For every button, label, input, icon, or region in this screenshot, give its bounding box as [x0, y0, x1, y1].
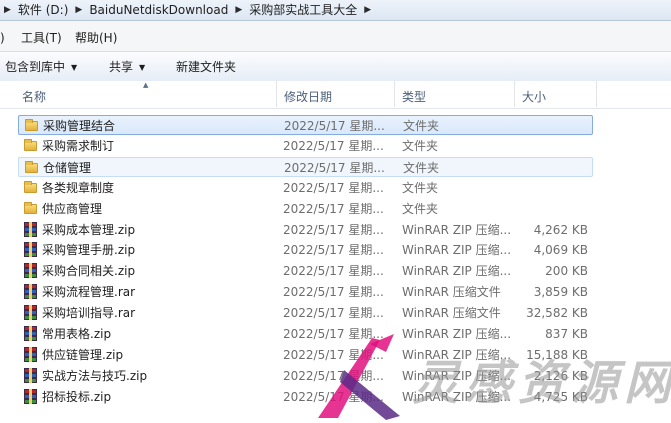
file-name: 采购需求制订 [42, 138, 115, 153]
include-in-library-label: 包含到库中 [5, 60, 66, 74]
caret-down-icon: ▼ [139, 63, 146, 72]
file-name: 仓储管理 [43, 160, 92, 175]
folder-icon [24, 201, 38, 216]
column-size[interactable]: 大小 [522, 88, 546, 105]
file-type: WinRAR 压缩文件 [402, 285, 501, 300]
file-date: 2022/5/17 星期... [283, 306, 384, 321]
winrar-icon [24, 263, 38, 279]
file-size: 200 KB [545, 264, 588, 279]
chevron-right-icon[interactable]: ▶ [0, 5, 15, 15]
file-name: 采购管理结合 [43, 119, 116, 133]
breadcrumb-folder[interactable]: BaiduNetdiskDownload [86, 2, 231, 18]
winrar-icon [24, 305, 38, 321]
file-size: 4,069 KB [533, 243, 588, 258]
file-name: 供应商管理 [42, 201, 103, 216]
file-row[interactable]: 采购成本管理.zip 2022/5/17 星期... WinRAR ZIP 压缩..… [18, 220, 593, 240]
file-date: 2022/5/17 星期... [283, 243, 384, 258]
file-name: 采购合同相关.zip [42, 264, 136, 279]
watermark: 灵感资源网 [300, 330, 671, 423]
file-name: 招标投标.zip [42, 389, 112, 404]
watermark-logo-icon [318, 334, 400, 420]
column-header: ▲ 名称 修改日期 类型 大小 [0, 81, 671, 109]
file-size: 32,582 KB [526, 306, 588, 321]
file-name: 采购培训指导.rar [42, 306, 136, 321]
file-date: 2022/5/17 星期... [284, 119, 385, 133]
column-date[interactable]: 修改日期 [284, 88, 332, 105]
file-date: 2022/5/17 星期... [284, 160, 385, 175]
file-type: 文件夹 [402, 201, 439, 216]
share-button[interactable]: 共享 ▼ [109, 59, 145, 76]
file-date: 2022/5/17 星期... [283, 180, 384, 195]
folder-icon [25, 160, 39, 175]
share-label: 共享 [109, 60, 134, 74]
file-row[interactable]: 采购合同相关.zip 2022/5/17 星期... WinRAR ZIP 压缩..… [18, 261, 593, 281]
column-divider[interactable] [596, 81, 597, 107]
address-bar[interactable]: ▶ 软件 (D:) ▶ BaiduNetdiskDownload ▶ 采购部实战… [0, 0, 671, 21]
file-name: 采购成本管理.zip [42, 222, 136, 237]
menu-bar: ) 工具(T) 帮助(H) [0, 21, 671, 51]
file-type: 文件夹 [402, 180, 439, 195]
column-divider[interactable] [394, 81, 395, 107]
chevron-right-icon[interactable]: ▶ [360, 5, 375, 15]
file-size: 3,859 KB [533, 285, 588, 300]
watermark-text: 灵感资源网 [412, 356, 671, 411]
file-row[interactable]: 采购培训指导.rar 2022/5/17 星期... WinRAR 压缩文件 32,5… [18, 303, 593, 323]
menu-item-tools[interactable]: 工具(T) [21, 30, 62, 46]
file-date: 2022/5/17 星期... [283, 222, 384, 237]
column-divider[interactable] [514, 81, 515, 107]
file-name: 采购管理手册.zip [42, 243, 136, 258]
file-name: 常用表格.zip [42, 327, 112, 341]
file-name: 各类规章制度 [42, 180, 115, 195]
folder-icon [24, 180, 38, 195]
file-row[interactable]: 采购需求制订 2022/5/17 星期... 文件夹 [18, 136, 593, 156]
winrar-icon [24, 346, 38, 362]
file-row[interactable]: 采购管理手册.zip 2022/5/17 星期... WinRAR ZIP 压缩..… [18, 240, 593, 260]
winrar-icon [24, 367, 38, 383]
column-type[interactable]: 类型 [402, 88, 426, 105]
file-date: 2022/5/17 星期... [283, 264, 384, 279]
winrar-icon [24, 221, 38, 237]
file-name: 实战方法与技巧.zip [42, 368, 148, 383]
include-in-library-button[interactable]: 包含到库中 ▼ [5, 59, 77, 76]
file-row[interactable]: 采购管理结合 2022/5/17 星期... 文件夹 [18, 115, 593, 135]
sort-ascending-icon: ▲ [143, 81, 149, 89]
file-type: 文件夹 [403, 160, 440, 175]
command-toolbar: 包含到库中 ▼ 共享 ▼ 新建文件夹 [0, 51, 671, 82]
new-folder-button[interactable]: 新建文件夹 [176, 59, 236, 75]
winrar-icon [24, 326, 38, 341]
winrar-icon [24, 284, 38, 300]
folder-icon [24, 138, 38, 153]
breadcrumb: ▶ 软件 (D:) ▶ BaiduNetdiskDownload ▶ 采购部实战… [0, 2, 375, 18]
file-date: 2022/5/17 星期... [283, 138, 384, 153]
file-row[interactable]: 各类规章制度 2022/5/17 星期... 文件夹 [18, 178, 593, 198]
file-row[interactable]: 仓储管理 2022/5/17 星期... 文件夹 [18, 156, 593, 177]
winrar-icon [24, 242, 38, 258]
file-type: 文件夹 [402, 138, 439, 153]
folder-icon [25, 118, 39, 133]
caret-down-icon: ▼ [71, 63, 78, 72]
menu-item-help[interactable]: 帮助(H) [75, 30, 117, 46]
file-date: 2022/5/17 星期... [283, 201, 384, 216]
chevron-right-icon[interactable]: ▶ [71, 5, 86, 15]
file-type: WinRAR ZIP 压缩... [402, 222, 512, 237]
file-type: WinRAR 压缩文件 [402, 306, 501, 321]
file-type: 文件夹 [403, 119, 440, 133]
chevron-right-icon[interactable]: ▶ [231, 5, 246, 15]
breadcrumb-current[interactable]: 采购部实战工具大全 [246, 2, 360, 18]
menu-item-view[interactable]: ) [0, 30, 5, 46]
winrar-icon [24, 388, 38, 404]
file-size: 4,262 KB [533, 222, 588, 237]
file-row[interactable]: 采购流程管理.rar 2022/5/17 星期... WinRAR 压缩文件 3,85… [18, 282, 593, 302]
file-date: 2022/5/17 星期... [283, 285, 384, 300]
column-name[interactable]: 名称 [22, 88, 46, 105]
file-name: 供应链管理.zip [42, 347, 124, 362]
file-type: WinRAR ZIP 压缩... [402, 243, 512, 258]
column-divider[interactable] [276, 81, 277, 107]
file-name: 采购流程管理.rar [42, 285, 136, 300]
file-row[interactable]: 供应商管理 2022/5/17 星期... 文件夹 [18, 199, 593, 219]
breadcrumb-drive[interactable]: 软件 (D:) [15, 2, 71, 18]
file-type: WinRAR ZIP 压缩... [402, 264, 512, 279]
